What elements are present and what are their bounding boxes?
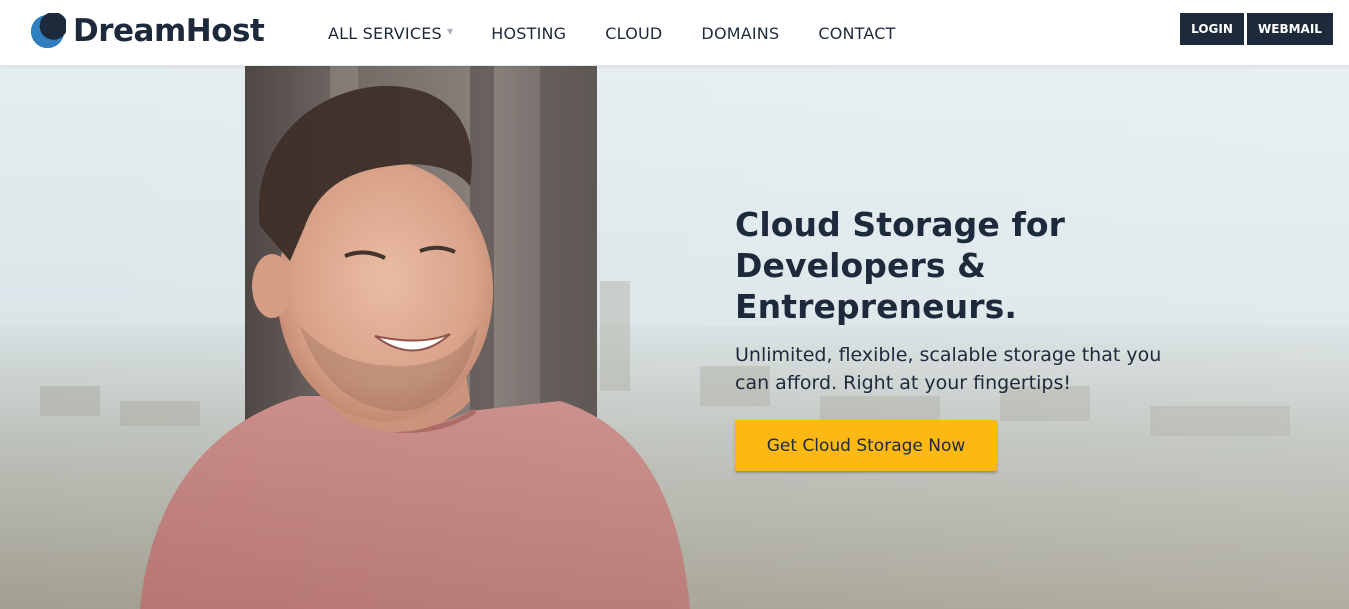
nav-item-contact[interactable]: CONTACT (818, 24, 895, 43)
site-header: DreamHost ALL SERVICES ▼ HOSTING CLOUD D… (0, 0, 1349, 66)
hero-heading: Cloud Storage for Developers & Entrepren… (735, 204, 1295, 327)
nav-item-label: ALL SERVICES (328, 23, 442, 43)
nav-item-domains[interactable]: DOMAINS (701, 24, 779, 43)
webmail-button[interactable]: WEBMAIL (1247, 13, 1333, 45)
hero-heading-line: Entrepreneurs. (735, 287, 1017, 326)
nav-item-label: HOSTING (491, 23, 567, 43)
hero-heading-line: Cloud Storage for (735, 205, 1066, 244)
dreamhost-moon-logo-icon (30, 12, 66, 48)
get-cloud-storage-button[interactable]: Get Cloud Storage Now (735, 420, 997, 471)
brand-name: DreamHost (73, 12, 265, 49)
login-button[interactable]: LOGIN (1180, 13, 1244, 45)
nav-item-label: DOMAINS (701, 23, 780, 43)
nav-item-hosting[interactable]: HOSTING (491, 24, 566, 43)
hero-text-block: Cloud Storage for Developers & Entrepren… (735, 204, 1295, 397)
nav-item-all-services[interactable]: ALL SERVICES ▼ (328, 24, 453, 43)
hero-banner: Cloud Storage for Developers & Entrepren… (0, 66, 1349, 609)
caret-down-icon: ▼ (446, 26, 454, 36)
nav-item-label: CONTACT (818, 23, 896, 43)
hero-subtext: Unlimited, flexible, scalable storage th… (735, 341, 1295, 397)
hero-subtext-line: can afford. Right at your fingertips! (735, 372, 1071, 394)
nav-item-label: CLOUD (605, 23, 663, 43)
nav-item-cloud[interactable]: CLOUD (605, 24, 662, 43)
main-nav: ALL SERVICES ▼ HOSTING CLOUD DOMAINS CON… (328, 0, 896, 66)
logo[interactable]: DreamHost (29, 11, 265, 51)
hero-heading-line: Developers & (735, 246, 987, 285)
hero-subtext-line: Unlimited, flexible, scalable storage th… (735, 344, 1162, 366)
